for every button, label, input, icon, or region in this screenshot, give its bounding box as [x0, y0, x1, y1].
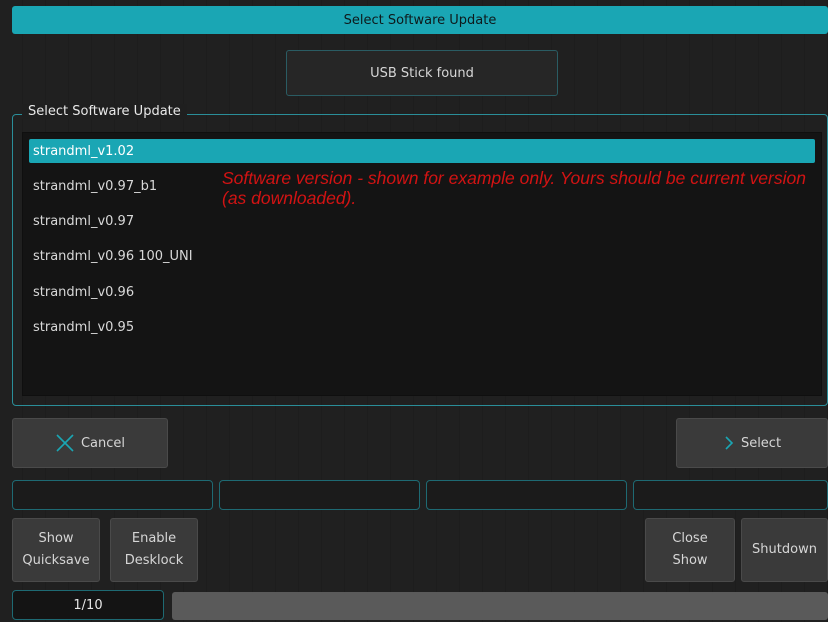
list-item-label: strandml_v0.95: [33, 319, 135, 335]
usb-status-box: USB Stick found: [286, 50, 558, 96]
list-item-label: strandml_v1.02: [33, 143, 135, 159]
annotation-note: Software version - shown for example onl…: [222, 168, 806, 208]
button-line: Show: [672, 553, 708, 568]
cancel-label: Cancel: [80, 435, 126, 451]
close-show-button[interactable]: Close Show: [645, 518, 735, 582]
select-label: Select: [740, 435, 782, 451]
list-item[interactable]: strandml_v0.96 100_UNI: [29, 244, 815, 268]
group-title: Select Software Update: [22, 104, 187, 119]
list-item-label: strandml_v0.97: [33, 213, 135, 229]
button-line: Quicksave: [22, 553, 90, 568]
list-item[interactable]: strandml_v1.02: [29, 139, 815, 163]
usb-status-text: USB Stick found: [370, 65, 474, 81]
chevron-right-icon: [723, 435, 735, 451]
dialog-title-bar: Select Software Update: [12, 6, 828, 34]
empty-slot[interactable]: [633, 480, 828, 510]
list-item-label: strandml_v0.96: [33, 284, 135, 300]
dialog-title: Select Software Update: [343, 12, 497, 28]
list-item[interactable]: strandml_v0.96: [29, 280, 815, 304]
close-x-icon: [55, 433, 75, 453]
list-item[interactable]: strandml_v0.95: [29, 315, 815, 339]
button-line: Close: [672, 531, 708, 546]
button-line: Enable: [131, 531, 177, 546]
button-line: Desklock: [124, 553, 184, 568]
list-item[interactable]: strandml_v0.97: [29, 209, 815, 233]
shutdown-button[interactable]: Shutdown: [741, 518, 828, 582]
select-button[interactable]: Select: [676, 418, 828, 468]
empty-slot[interactable]: [12, 480, 213, 510]
empty-slot[interactable]: [219, 480, 420, 510]
button-label: Shutdown: [752, 542, 817, 557]
show-quicksave-button[interactable]: Show Quicksave: [12, 518, 100, 582]
empty-slot[interactable]: [426, 480, 627, 510]
enable-desklock-button[interactable]: Enable Desklock: [110, 518, 198, 582]
scroll-track[interactable]: [172, 592, 828, 620]
cancel-button[interactable]: Cancel: [12, 418, 168, 468]
page-indicator-text: 1/10: [73, 597, 103, 613]
list-item-label: strandml_v0.96 100_UNI: [33, 248, 193, 264]
button-line: Show: [38, 531, 74, 546]
list-item-label: strandml_v0.97_b1: [33, 178, 158, 194]
page-indicator: 1/10: [12, 590, 164, 620]
